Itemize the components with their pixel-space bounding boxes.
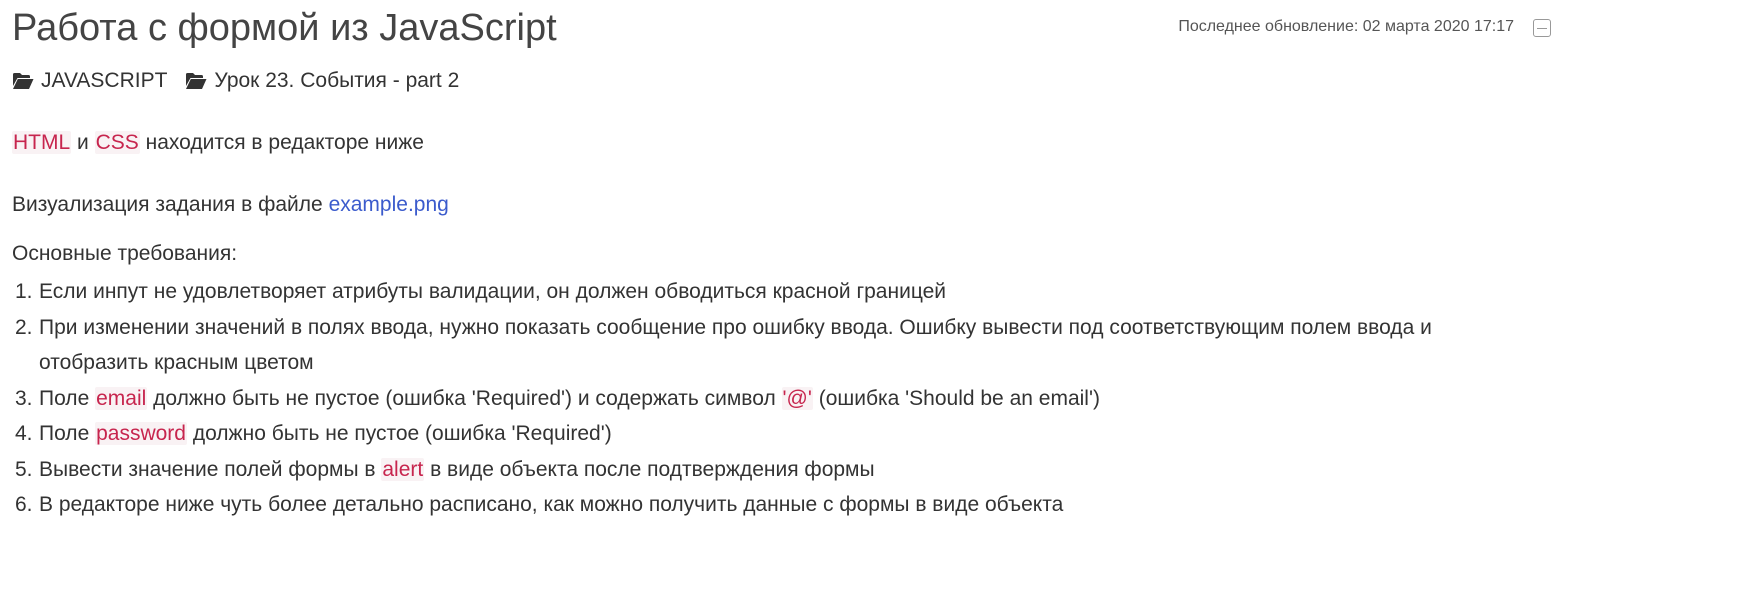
- breadcrumb-item-javascript[interactable]: JAVASCRIPT: [12, 67, 167, 95]
- list-number: 1.: [15, 280, 33, 303]
- list-item-text: должно быть не пустое (ошибка 'Required'…: [186, 422, 612, 445]
- list-item-text: Вывести значение полей формы в: [39, 457, 382, 481]
- list-item-text: Поле: [39, 422, 96, 445]
- breadcrumb-label: JAVASCRIPT: [41, 69, 168, 92]
- breadcrumb: JAVASCRIPT Урок 23. События - part 2: [12, 67, 477, 95]
- list-item-text: Если инпут не удовлетворяет атрибуты вал…: [39, 280, 947, 303]
- list-item: 1. Если инпут не удовлетворяет атрибуты в…: [12, 274, 1499, 310]
- list-item: 4. Поле password должно быть не пустое (о…: [12, 416, 1499, 452]
- intro-text: и: [71, 131, 95, 154]
- lesson-page: Работа с формой из JavaScript Последнее …: [12, 0, 1752, 613]
- list-item-text: в виде объекта после подтверждения формы: [424, 457, 875, 481]
- requirements-heading: Основные требования:: [12, 242, 238, 265]
- page-title: Работа с формой из JavaScript: [12, 7, 557, 49]
- list-item-text: В редакторе ниже чуть более детально рас…: [39, 493, 1064, 516]
- visualization-text: Визуализация задания в файле: [12, 193, 329, 216]
- inline-code-email: email: [95, 386, 148, 410]
- folder-open-icon: [185, 72, 207, 90]
- list-number: 2.: [15, 315, 33, 339]
- intro-paragraph: HTML и CSS находится в редакторе ниже: [12, 128, 424, 158]
- list-item-text: При изменении значений в полях ввода, ну…: [39, 315, 1432, 375]
- collapse-button[interactable]: [1533, 19, 1551, 37]
- list-number: 5.: [15, 457, 33, 481]
- breadcrumb-label: Урок 23. События - part 2: [214, 69, 460, 92]
- inline-code-password: password: [95, 422, 187, 445]
- inline-code-at-symbol: '@': [781, 386, 813, 410]
- last-updated-label: Последнее обновление: 02 марта 2020 17:1…: [1178, 18, 1514, 35]
- visualization-paragraph: Визуализация задания в файле example.png: [12, 190, 449, 220]
- example-file-link[interactable]: example.png: [329, 193, 449, 216]
- list-number: 4.: [15, 422, 33, 445]
- inline-code-alert: alert: [381, 457, 425, 481]
- list-item-text: должно быть не пустое (ошибка 'Required'…: [147, 386, 782, 410]
- list-item: 3. Поле email должно быть не пустое (ошиб…: [12, 381, 1499, 417]
- intro-text: находится в редакторе ниже: [139, 131, 424, 154]
- breadcrumb-item-lesson[interactable]: Урок 23. События - part 2: [185, 67, 459, 95]
- list-item-text: Поле: [39, 386, 96, 410]
- inline-code-html: HTML: [12, 131, 72, 154]
- folder-open-icon: [12, 72, 34, 90]
- list-item-text: (ошибка 'Should be an email'): [812, 386, 1100, 410]
- list-item: 5. Вывести значение полей формы в alert в…: [12, 452, 1499, 488]
- requirements-list: 1. Если инпут не удовлетворяет атрибуты в…: [12, 274, 1499, 523]
- list-item: 2. При изменении значений в полях ввода, …: [12, 310, 1499, 381]
- list-number: 6.: [15, 493, 33, 516]
- list-item: 6. В редакторе ниже чуть более детально р…: [12, 487, 1499, 523]
- inline-code-css: CSS: [94, 131, 140, 154]
- list-number: 3.: [15, 386, 33, 410]
